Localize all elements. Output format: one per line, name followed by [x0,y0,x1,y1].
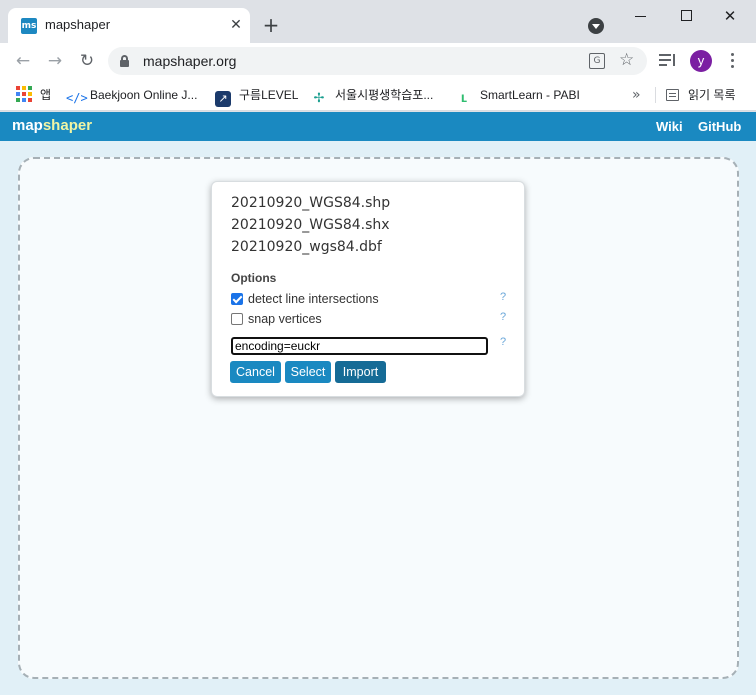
github-link[interactable]: GitHub [698,119,741,134]
mapshaper-favicon-icon: ms [21,18,37,34]
bookmark-label: 서울시평생학습포... [335,88,434,102]
mapshaper-logo[interactable]: mapshaper [12,117,92,134]
seoul-logo-icon: ✢ [313,91,325,106]
reading-list-icon[interactable] [666,89,679,101]
profile-avatar[interactable]: y [690,50,712,72]
queued-file: 20210920_WGS84.shx [231,217,390,233]
help-icon[interactable]: ? [500,336,506,348]
tab-close-icon[interactable]: ✕ [227,16,245,34]
logo-text-map: map [12,117,43,134]
option-label[interactable]: detect line intersections [248,292,379,306]
queued-file: 20210920_wgs84.dbf [231,239,382,255]
translate-icon[interactable]: G [589,53,605,69]
kebab-menu-icon[interactable] [728,52,738,70]
bookmark-label: SmartLearn - PABI [480,88,580,102]
apps-grid-icon [16,86,32,102]
bookmark-apps[interactable]: 앱 [16,85,51,105]
tab-title: mapshaper [45,17,111,32]
bookmarks-overflow-icon[interactable]: » [632,85,641,105]
wiki-link[interactable]: Wiki [656,119,683,134]
help-icon[interactable]: ? [500,311,506,323]
bookmark-seoul[interactable]: ✢ 서울시평생학습포... [311,85,434,106]
import-dialog: 20210920_WGS84.shp 20210920_WGS84.shx 20… [211,181,525,397]
import-button[interactable]: Import [335,361,386,383]
select-button[interactable]: Select [285,361,331,383]
new-tab-button[interactable]: + [260,14,282,36]
options-heading: Options [231,271,277,285]
option-label[interactable]: snap vertices [248,312,322,326]
tab-strip: ms mapshaper ✕ + ✕ [0,0,756,43]
bookmark-label: 구름LEVEL [239,88,299,102]
bookmarks-bar: 앱 </> Baekjoon Online J... ↗ 구름LEVEL ✢ 서울시평… [0,79,756,111]
browser-toolbar: ← → ↻ mapshaper.org G ☆ y [0,43,756,79]
bookmark-label: 앱 [40,88,52,102]
divider [655,87,656,103]
help-icon[interactable]: ? [500,291,506,303]
smartlearn-icon: ʟ [460,89,468,105]
bookmark-label: Baekjoon Online J... [90,88,198,102]
logo-text-shaper: shaper [42,117,93,134]
reading-list-label[interactable]: 읽기 목록 [688,85,736,105]
maximize-button[interactable] [674,6,698,26]
media-control-icon[interactable] [659,52,677,70]
reload-icon[interactable]: ↻ [76,50,98,72]
lock-icon[interactable] [120,55,129,67]
snap-vertices-checkbox[interactable] [231,313,243,325]
browser-tab[interactable]: ms mapshaper ✕ [8,8,250,43]
bookmark-goorm[interactable]: ↗ 구름LEVEL [215,85,299,107]
code-icon: </> [66,91,88,105]
app-header: mapshaper Wiki GitHub [0,112,756,141]
cancel-button[interactable]: Cancel [230,361,281,383]
bookmark-star-icon[interactable]: ☆ [619,50,634,70]
tab-search-icon[interactable] [588,18,604,34]
address-bar[interactable]: mapshaper.org G ☆ [108,47,647,75]
arrow-up-right-icon: ↗ [215,91,231,107]
window-close-button[interactable]: ✕ [718,6,742,26]
forward-arrow-icon[interactable]: → [44,50,66,72]
minimize-button[interactable] [629,6,653,26]
bookmark-baekjoon[interactable]: </> Baekjoon Online J... [66,85,197,105]
import-options-input[interactable] [231,337,488,355]
url-text[interactable]: mapshaper.org [143,53,236,69]
detect-intersections-checkbox[interactable] [231,293,243,305]
queued-file: 20210920_WGS84.shp [231,195,391,211]
bookmark-smartlearn[interactable]: ʟ SmartLearn - PABI [456,85,580,105]
back-arrow-icon[interactable]: ← [12,50,34,72]
